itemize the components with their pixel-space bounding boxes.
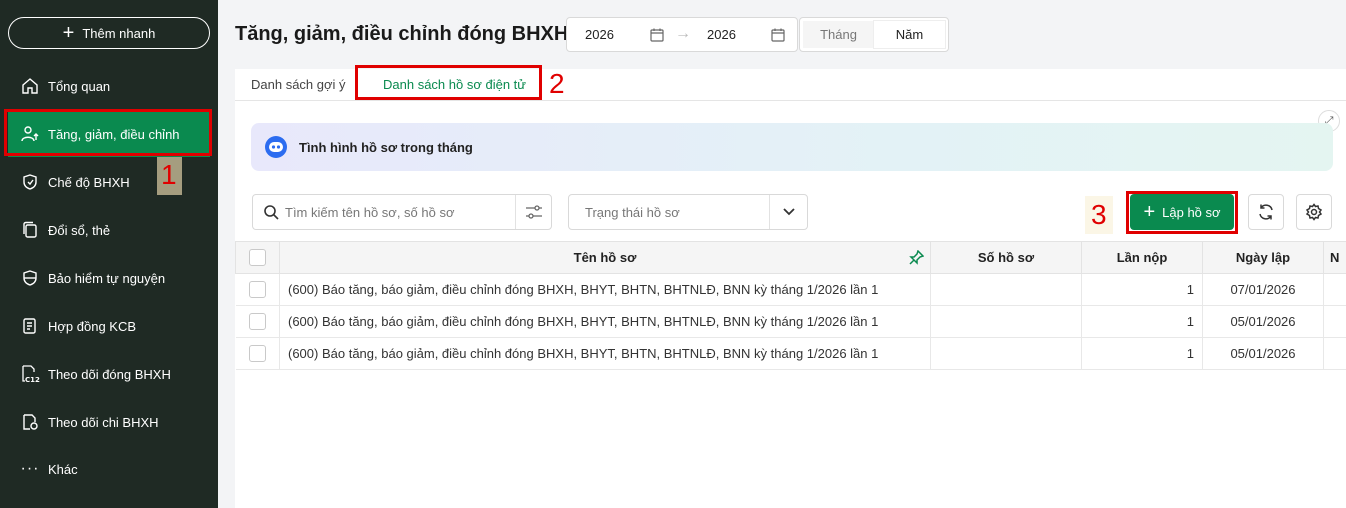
- gear-icon: [1305, 203, 1323, 221]
- page-title: Tăng, giảm, điều chỉnh đóng BHXH: [235, 23, 569, 45]
- content-panel: Danh sách gợi ý Danh sách hồ sơ điện tử …: [235, 69, 1346, 508]
- sidebar-item-label: Theo dõi chi BHXH: [48, 414, 159, 430]
- sidebar: + Thêm nhanh Tổng quan Tăng, giảm, điều …: [0, 0, 218, 508]
- sidebar-item-track-spend[interactable]: Theo dõi chi BHXH: [8, 399, 210, 445]
- record-number: [930, 305, 1082, 338]
- c12-doc-icon: C12: [20, 364, 40, 384]
- banner-text: Tình hình hồ sơ trong tháng: [299, 139, 473, 155]
- calendar-icon: [649, 27, 665, 46]
- table-header-row: Tên hồ sơ Số hồ sơ Lần nộp Ngày lập N: [235, 241, 1346, 274]
- plus-icon: +: [62, 22, 75, 44]
- row-checkbox[interactable]: [248, 313, 266, 330]
- column-header-date[interactable]: Ngày lập: [1202, 241, 1324, 274]
- annotation-box-2: [355, 65, 542, 100]
- sidebar-item-contract[interactable]: Hợp đồng KCB: [8, 303, 210, 349]
- record-date: 07/01/2026: [1202, 273, 1324, 306]
- column-header-label: Tên hồ sơ: [573, 250, 637, 265]
- sidebar-item-label: Tổng quan: [48, 78, 111, 94]
- calendar-icon: [770, 27, 786, 46]
- search-input[interactable]: Tìm kiếm tên hồ sơ, số hồ sơ: [279, 205, 515, 220]
- column-header-next[interactable]: N: [1323, 241, 1346, 274]
- pin-icon[interactable]: [909, 249, 925, 268]
- money-doc-icon: [20, 412, 40, 432]
- sidebar-item-voluntary[interactable]: Bảo hiểm tự nguyện: [8, 255, 210, 301]
- date-range-picker[interactable]: 2026 → 2026: [566, 17, 798, 52]
- month-status-banner[interactable]: Tình hình hồ sơ trong tháng: [251, 123, 1333, 171]
- svg-text:C12: C12: [25, 376, 40, 384]
- column-header-number[interactable]: Số hồ sơ: [930, 241, 1082, 274]
- copy-icon: [20, 220, 40, 240]
- record-submit-count: 1: [1081, 273, 1203, 306]
- select-all-cell: [235, 241, 280, 274]
- record-number: [930, 337, 1082, 370]
- date-to[interactable]: 2026: [689, 27, 779, 42]
- annotation-box-3: [1126, 191, 1238, 234]
- filter-icon[interactable]: [515, 195, 551, 229]
- records-table: Tên hồ sơ Số hồ sơ Lần nộp Ngày lập N (6…: [235, 241, 1346, 370]
- record-submit-count: 1: [1081, 337, 1203, 370]
- contract-icon: [20, 316, 40, 336]
- refresh-button[interactable]: [1248, 194, 1284, 230]
- chevron-down-icon: [769, 195, 807, 229]
- record-number: [930, 273, 1082, 306]
- search-icon: [253, 204, 279, 220]
- sidebar-item-label: Đổi sổ, thẻ: [48, 222, 111, 238]
- status-select-placeholder: Trạng thái hồ sơ: [585, 204, 680, 220]
- sidebar-item-overview[interactable]: Tổng quan: [8, 63, 210, 109]
- record-date: 05/01/2026: [1202, 305, 1324, 338]
- table-row[interactable]: (600) Báo tăng, báo giảm, điều chỉnh đón…: [235, 273, 1346, 306]
- column-header-name[interactable]: Tên hồ sơ: [279, 241, 931, 274]
- sidebar-item-label: Bảo hiểm tự nguyện: [48, 270, 166, 286]
- shield-icon: [20, 268, 40, 288]
- record-name: (600) Báo tăng, báo giảm, điều chỉnh đón…: [279, 337, 931, 370]
- sidebar-item-track-pay[interactable]: C12 Theo dõi đóng BHXH: [8, 351, 210, 397]
- table-row[interactable]: (600) Báo tăng, báo giảm, điều chỉnh đón…: [235, 305, 1346, 338]
- sidebar-item-label: Chế độ BHXH: [48, 174, 130, 190]
- column-header-submit[interactable]: Lần nộp: [1081, 241, 1203, 274]
- record-name: (600) Báo tăng, báo giảm, điều chỉnh đón…: [279, 305, 931, 338]
- shield-heart-icon: [20, 172, 40, 192]
- tab-suggest-list[interactable]: Danh sách gợi ý: [251, 77, 346, 92]
- period-month-option[interactable]: Tháng: [803, 21, 874, 48]
- table-row[interactable]: (600) Báo tăng, báo giảm, điều chỉnh đón…: [235, 337, 1346, 370]
- annotation-box-1: [4, 109, 212, 156]
- period-year-option[interactable]: Năm: [874, 21, 945, 48]
- sidebar-item-label: Khác: [48, 461, 78, 477]
- status-select[interactable]: Trạng thái hồ sơ: [568, 194, 808, 230]
- refresh-icon: [1257, 203, 1275, 221]
- sidebar-item-other[interactable]: ··· Khác: [8, 446, 210, 492]
- settings-button[interactable]: [1296, 194, 1332, 230]
- row-checkbox[interactable]: [248, 281, 266, 298]
- quick-add-button[interactable]: + Thêm nhanh: [8, 17, 210, 49]
- record-name: (600) Báo tăng, báo giảm, điều chỉnh đón…: [279, 273, 931, 306]
- more-icon: ···: [20, 460, 40, 477]
- bot-icon: [265, 136, 287, 158]
- quick-add-label: Thêm nhanh: [82, 25, 156, 41]
- record-date: 05/01/2026: [1202, 337, 1324, 370]
- period-toggle: Tháng Năm: [799, 17, 949, 52]
- annotation-step-1: 1: [161, 159, 177, 190]
- sidebar-item-book-card[interactable]: Đổi sổ, thẻ: [8, 207, 210, 253]
- select-all-checkbox[interactable]: [249, 249, 266, 266]
- sidebar-item-label: Hợp đồng KCB: [48, 318, 137, 334]
- search-box: Tìm kiếm tên hồ sơ, số hồ sơ: [252, 194, 552, 230]
- record-submit-count: 1: [1081, 305, 1203, 338]
- sidebar-item-label: Theo dõi đóng BHXH: [48, 366, 171, 382]
- row-checkbox[interactable]: [248, 345, 266, 362]
- annotation-step-3: 3: [1091, 199, 1107, 230]
- date-from[interactable]: 2026: [567, 27, 657, 42]
- annotation-step-2: 2: [549, 68, 565, 99]
- home-icon: [20, 76, 40, 96]
